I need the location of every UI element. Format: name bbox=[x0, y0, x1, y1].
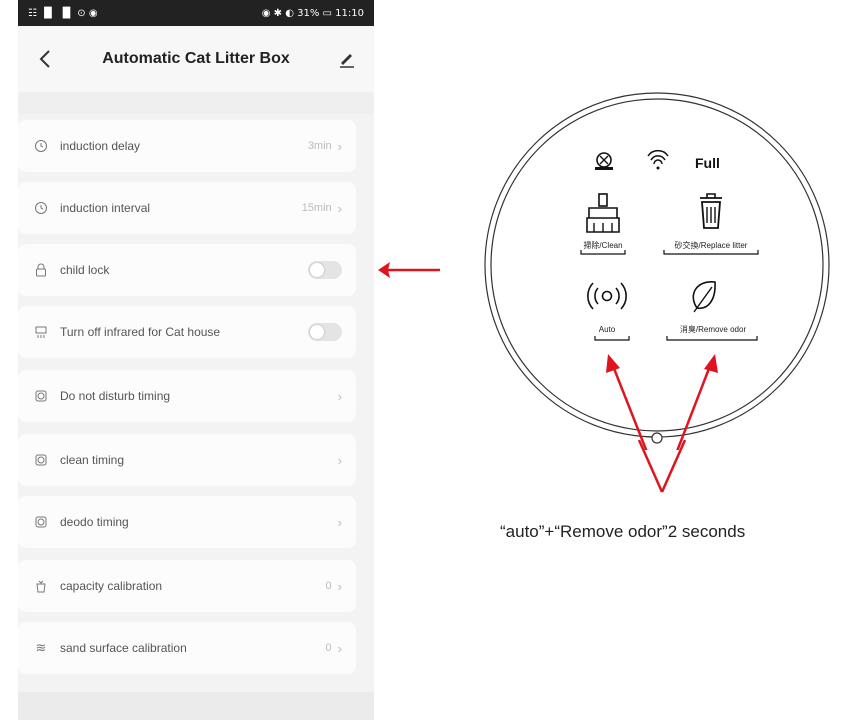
clean-button-label: 掃除/Clean bbox=[583, 240, 622, 250]
setting-dnd-timing[interactable]: Do not disturb timing › bbox=[18, 370, 356, 422]
setting-value: 0 bbox=[325, 580, 332, 592]
auto-button-label: Auto bbox=[599, 325, 616, 334]
setting-label: induction interval bbox=[60, 201, 151, 215]
remove-odor-button-label: 消臭/Remove odor bbox=[680, 324, 747, 334]
chevron-left-icon[interactable] bbox=[32, 46, 58, 72]
clock-icon bbox=[32, 199, 50, 217]
wifi-icon bbox=[647, 149, 669, 170]
section-divider bbox=[18, 92, 374, 114]
device-control-panel: Full 掃除/Clean 砂交換/Replace litter Auto 消臭… bbox=[484, 92, 830, 450]
setting-label: deodo timing bbox=[60, 515, 129, 529]
setting-value: 0 bbox=[325, 642, 332, 654]
setting-label: Turn off infrared for Cat house bbox=[60, 325, 221, 339]
setting-sand-calibration[interactable]: ≋ sand surface calibration 0 › bbox=[18, 622, 356, 674]
chevron-right-icon: › bbox=[337, 640, 342, 656]
capacity-icon bbox=[32, 577, 50, 595]
phone-screenshot: ☷ ▐▌ ▐▌ ⊙ ◉ ◉ ✱ ◐ 31% ▭ 11:10 Automatic … bbox=[18, 0, 374, 720]
chevron-right-icon: › bbox=[337, 388, 342, 404]
alarm-icon bbox=[32, 387, 50, 405]
setting-child-lock: child lock bbox=[18, 244, 356, 296]
pencil-icon[interactable] bbox=[334, 46, 360, 72]
setting-capacity-calibration[interactable]: capacity calibration 0 › bbox=[18, 560, 356, 612]
warning-icon bbox=[595, 152, 613, 170]
setting-label: child lock bbox=[60, 263, 110, 277]
setting-clean-timing[interactable]: clean timing › bbox=[18, 434, 356, 486]
setting-induction-delay[interactable]: induction delay 3min › bbox=[18, 120, 356, 172]
alarm-icon bbox=[32, 451, 50, 469]
trash-icon bbox=[700, 193, 722, 229]
setting-label: clean timing bbox=[60, 453, 125, 467]
setting-label: induction delay bbox=[60, 139, 141, 153]
chevron-right-icon: › bbox=[337, 514, 342, 530]
arrow-left-icon bbox=[378, 262, 440, 278]
setting-value: 3min bbox=[307, 140, 332, 152]
status-full-label: Full bbox=[695, 155, 720, 171]
chevron-right-icon: › bbox=[337, 200, 342, 216]
nav-bar: Automatic Cat Litter Box bbox=[18, 26, 374, 92]
replace-litter-button[interactable]: 砂交換/Replace litter bbox=[663, 193, 759, 255]
setting-infrared: Turn off infrared for Cat house bbox=[18, 306, 356, 358]
page-title: Automatic Cat Litter Box bbox=[102, 50, 290, 67]
infrared-toggle[interactable] bbox=[308, 323, 342, 341]
setting-value: 15min bbox=[301, 202, 332, 214]
child-lock-toggle[interactable] bbox=[308, 261, 342, 279]
setting-label: Do not disturb timing bbox=[60, 389, 171, 403]
wave-icon: ≋ bbox=[35, 640, 47, 655]
broom-icon bbox=[586, 193, 620, 233]
setting-label: sand surface calibration bbox=[60, 641, 187, 655]
clock-icon bbox=[32, 137, 50, 155]
clean-button[interactable]: 掃除/Clean bbox=[580, 193, 626, 255]
chevron-right-icon: › bbox=[337, 452, 342, 468]
signal-icon bbox=[587, 282, 627, 310]
alarm-icon bbox=[32, 513, 50, 531]
status-bar: ☷ ▐▌ ▐▌ ⊙ ◉ ◉ ✱ ◐ 31% ▭ 11:10 bbox=[18, 0, 374, 26]
chevron-right-icon: › bbox=[337, 138, 342, 154]
infrared-icon bbox=[32, 323, 50, 341]
setting-label: capacity calibration bbox=[60, 579, 163, 593]
remove-odor-button[interactable]: 消臭/Remove odor bbox=[666, 281, 758, 341]
lock-icon bbox=[32, 261, 50, 279]
status-right: ◉ ✱ ◐ 31% ▭ 11:10 bbox=[261, 7, 364, 19]
auto-button[interactable]: Auto bbox=[587, 282, 630, 341]
leaf-icon bbox=[692, 281, 716, 313]
status-left: ☷ ▐▌ ▐▌ ⊙ ◉ bbox=[28, 7, 98, 19]
setting-deodo-timing[interactable]: deodo timing › bbox=[18, 496, 356, 548]
instruction-caption: “auto”+“Remove odor”2 seconds bbox=[500, 522, 746, 541]
chevron-right-icon: › bbox=[337, 578, 342, 594]
replace-litter-button-label: 砂交換/Replace litter bbox=[675, 240, 748, 250]
arrow-tails bbox=[637, 440, 687, 493]
setting-induction-interval[interactable]: induction interval 15min › bbox=[18, 182, 356, 234]
section-footer bbox=[18, 692, 374, 720]
